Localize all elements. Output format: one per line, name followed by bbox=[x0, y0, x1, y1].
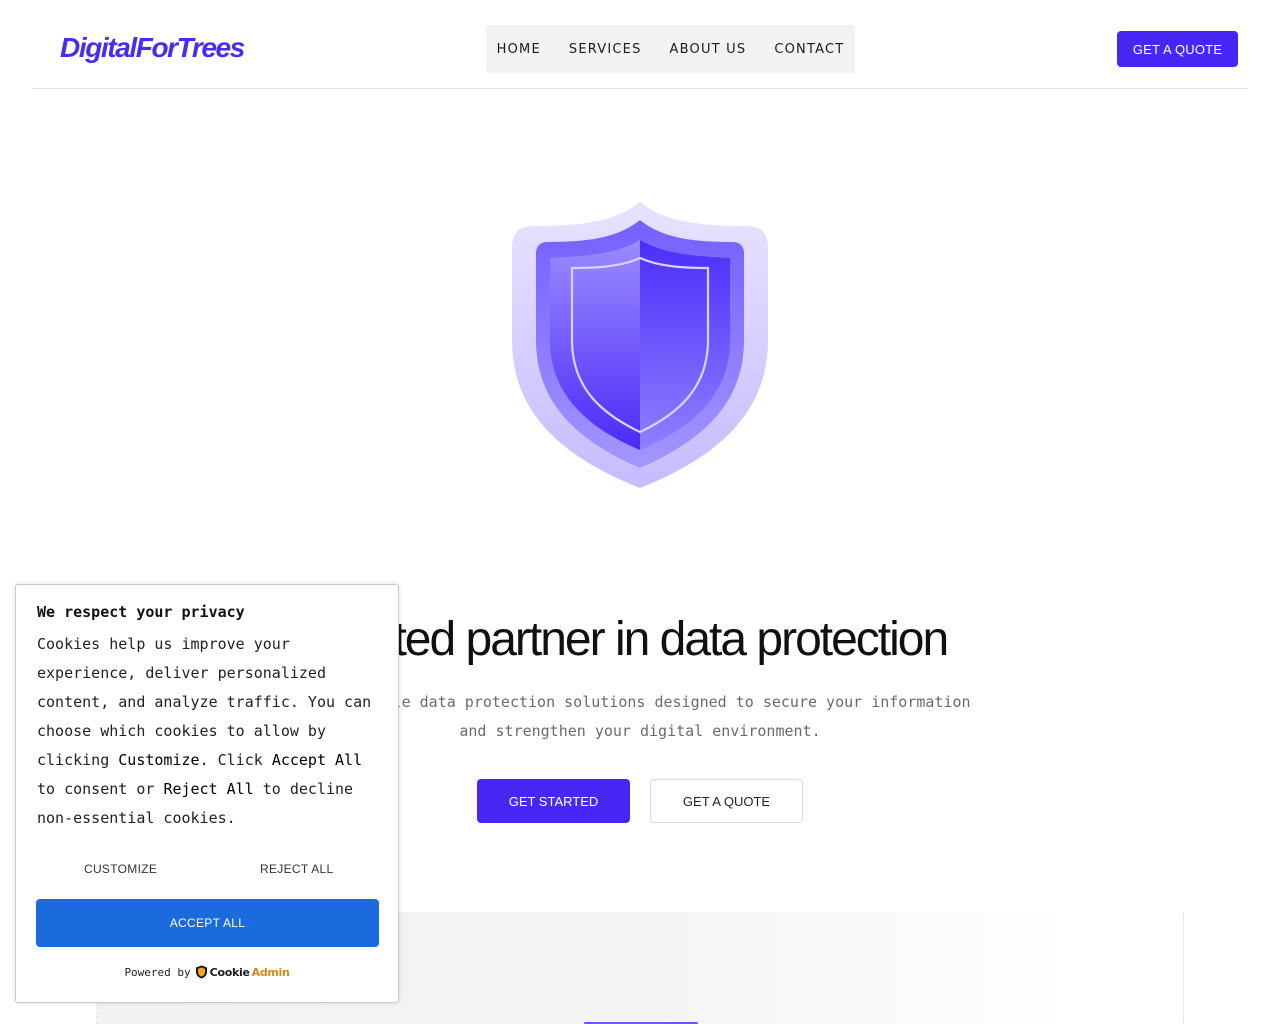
cookieadmin-logo[interactable]: Cookie Admin bbox=[195, 965, 290, 979]
cookieadmin-brand-admin: Admin bbox=[251, 965, 290, 979]
site-header: DigitalForTrees HOME SERVICES ABOUT US C… bbox=[0, 0, 1280, 89]
header-divider bbox=[32, 88, 1248, 89]
nav-contact[interactable]: CONTACT bbox=[760, 42, 858, 57]
get-quote-button[interactable]: GET A QUOTE bbox=[650, 779, 803, 823]
shield-icon bbox=[510, 200, 770, 490]
site-logo[interactable]: DigitalForTrees bbox=[60, 30, 245, 66]
cookie-title: We respect your privacy bbox=[37, 603, 245, 621]
cookie-text: . Click bbox=[199, 751, 272, 769]
cookie-text: Cookies help us improve your experience,… bbox=[37, 635, 372, 769]
cookie-consent-banner: We respect your privacy Cookies help us … bbox=[15, 584, 399, 1003]
cookie-reject-all-button[interactable]: REJECT ALL bbox=[260, 862, 333, 876]
cookie-accept-all-button[interactable]: ACCEPT ALL bbox=[36, 899, 379, 947]
cookie-powered-by: Powered by Cookie Admin bbox=[16, 965, 398, 979]
cookieadmin-shield-icon bbox=[195, 965, 207, 979]
cookie-description: Cookies help us improve your experience,… bbox=[37, 630, 387, 833]
cookieadmin-brand-cookie: Cookie bbox=[209, 965, 250, 979]
main-nav: HOME SERVICES ABOUT US CONTACT bbox=[486, 25, 855, 73]
nav-home[interactable]: HOME bbox=[483, 42, 555, 57]
nav-services[interactable]: SERVICES bbox=[555, 42, 656, 57]
cookie-text-reject-all: Reject All bbox=[163, 780, 254, 798]
cookie-text-customize: Customize bbox=[118, 751, 200, 769]
cookie-text: to consent or bbox=[37, 780, 164, 798]
get-started-button[interactable]: GET STARTED bbox=[477, 779, 630, 823]
cookie-customize-button[interactable]: CUSTOMIZE bbox=[84, 862, 157, 876]
cookie-text-accept-all: Accept All bbox=[271, 751, 363, 769]
get-quote-header-button[interactable]: GET A QUOTE bbox=[1117, 31, 1238, 67]
powered-by-label: Powered by bbox=[124, 965, 191, 979]
nav-about-us[interactable]: ABOUT US bbox=[656, 42, 761, 57]
